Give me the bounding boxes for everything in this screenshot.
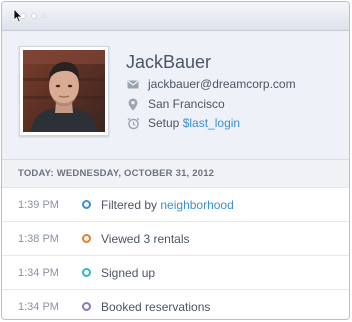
event-link[interactable]: neighborhood <box>160 198 233 212</box>
profile-card: JackBauer jackbauer@dreamcorp.com San Fr… <box>2 31 349 160</box>
event-row[interactable]: 1:34 PM Booked reservations <box>2 290 349 319</box>
setup-row: Setup $last_login <box>126 114 240 132</box>
event-time: 1:38 PM <box>18 232 59 245</box>
event-row[interactable]: 1:39 PM Filtered by neighborhood <box>2 188 349 222</box>
event-row[interactable]: 1:38 PM Viewed 3 rentals <box>2 222 349 256</box>
profile-name: JackBauer <box>126 52 212 72</box>
event-time: 1:34 PM <box>18 266 59 279</box>
location-text: San Francisco <box>148 97 225 111</box>
event-text: Filtered by <box>101 197 158 212</box>
avatar[interactable] <box>19 46 109 136</box>
event-dot-icon <box>82 234 91 243</box>
avatar-photo <box>23 50 105 132</box>
date-header: TODAY: WEDNESDAY, OCTOBER 31, 2012 <box>2 160 349 188</box>
event-text: Viewed 3 rentals <box>101 231 190 246</box>
event-dot-icon <box>82 268 91 277</box>
mouse-cursor-icon <box>13 8 23 23</box>
event-dot-icon <box>82 200 91 209</box>
setup-label: Setup <box>148 116 180 130</box>
event-text: Signed up <box>101 265 156 280</box>
event-dot-icon <box>82 302 91 311</box>
last-login-link[interactable]: $last_login <box>183 116 240 130</box>
location-row: San Francisco <box>126 95 225 113</box>
window-control-dot[interactable] <box>42 14 46 18</box>
event-list: 1:39 PM Filtered by neighborhood 1:38 PM… <box>2 188 349 319</box>
email-text: jackbauer@dreamcorp.com <box>148 77 296 91</box>
event-time: 1:39 PM <box>18 198 59 211</box>
event-row[interactable]: 1:34 PM Signed up <box>2 256 349 290</box>
email-row: jackbauer@dreamcorp.com <box>126 75 296 93</box>
window-control-dot[interactable] <box>31 13 37 19</box>
location-pin-icon <box>126 98 140 111</box>
event-time: 1:34 PM <box>18 300 59 313</box>
alarm-clock-icon <box>126 117 140 130</box>
event-text: Booked reservations <box>101 299 211 314</box>
envelope-icon <box>126 80 140 89</box>
profile-window: JackBauer jackbauer@dreamcorp.com San Fr… <box>1 1 350 320</box>
window-controls <box>20 13 46 19</box>
window-titlebar <box>2 2 349 31</box>
